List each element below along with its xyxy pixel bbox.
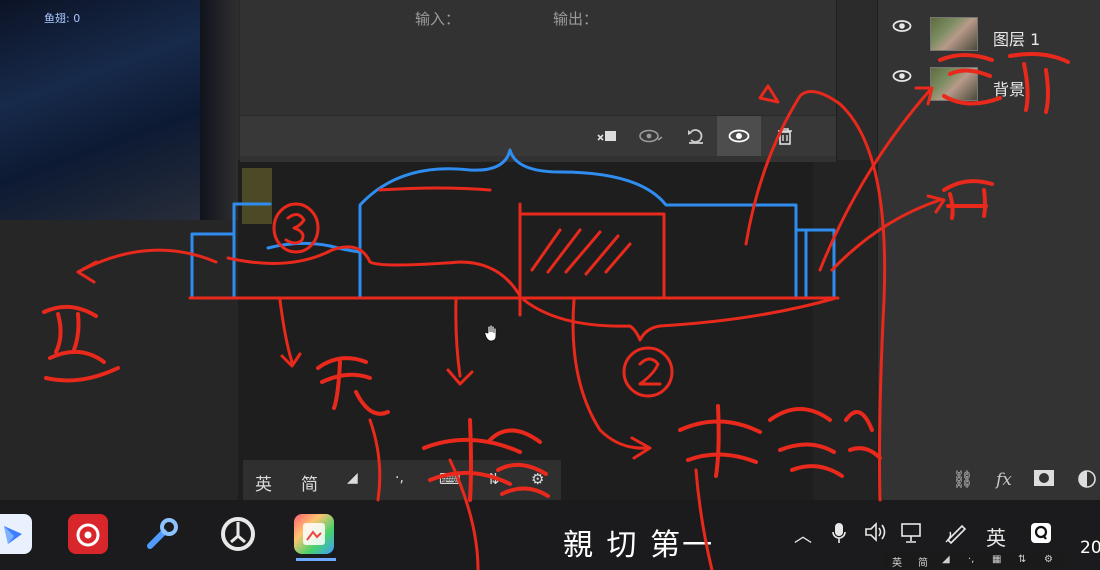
- ime-candidate-text: 親 切 第一: [563, 528, 715, 563]
- layers-panel: 图层 1 背景 ⛓ fx: [877, 0, 1100, 500]
- ime-toolbar: 英 简 ◢ ·, ⌨ ⇅ ⚙: [243, 460, 561, 502]
- layer-thumbnail: [930, 67, 978, 101]
- document-canvas[interactable]: [238, 160, 813, 500]
- ime-mini-script[interactable]: 简: [918, 554, 928, 569]
- ime-language-toggle[interactable]: 英: [255, 470, 272, 495]
- link-icon[interactable]: ⛓: [952, 470, 974, 490]
- overwatch-icon[interactable]: [218, 514, 258, 554]
- app-q-icon[interactable]: [1030, 522, 1052, 549]
- layer-visibility-eye-icon[interactable]: [892, 16, 912, 36]
- layer-name: 背景: [993, 80, 1026, 99]
- moon-icon[interactable]: ◢: [347, 470, 358, 486]
- layer-row[interactable]: 背景: [878, 50, 1100, 102]
- output-label: 输出：: [553, 10, 599, 28]
- adjustment-icon[interactable]: [1078, 470, 1096, 493]
- speaker-icon[interactable]: [864, 522, 888, 547]
- input-language-indicator[interactable]: 英: [986, 522, 1006, 551]
- layer-thumbnail: [930, 17, 978, 51]
- active-app-indicator: [296, 558, 336, 561]
- settings-icon[interactable]: ⚙: [531, 470, 544, 488]
- layers-footer-toolbar: ⛓ fx: [878, 462, 1100, 500]
- ime-mini-punct-icon[interactable]: ·,: [968, 554, 974, 565]
- ime-mini-settings-icon[interactable]: ⚙: [1044, 554, 1053, 565]
- reset-adjustment-icon[interactable]: [681, 122, 711, 150]
- toolbox-icon[interactable]: ⇅: [487, 470, 500, 488]
- workspace-left-area: [0, 220, 238, 500]
- punctuation-icon[interactable]: ·,: [395, 470, 404, 486]
- ime-script-toggle[interactable]: 简: [301, 470, 318, 495]
- trash-icon[interactable]: [770, 122, 800, 150]
- clock[interactable]: 20: [1080, 538, 1100, 558]
- properties-toolbar: [240, 115, 836, 156]
- network-icon[interactable]: [900, 522, 926, 549]
- layer-visibility-eye-icon[interactable]: [892, 66, 912, 86]
- webcam-edge: [200, 0, 238, 220]
- tools-icon[interactable]: [142, 514, 182, 554]
- chevron-up-icon[interactable]: ︿: [794, 522, 812, 548]
- input-label: 输入：: [415, 10, 461, 28]
- eye-icon[interactable]: [717, 116, 761, 156]
- ime-mini-tool-icon[interactable]: ⇅: [1018, 554, 1026, 565]
- netease-music-icon[interactable]: [68, 514, 108, 554]
- panel-gutter: [813, 160, 878, 500]
- view-previous-state-icon[interactable]: [636, 122, 666, 150]
- feishu-icon[interactable]: [0, 514, 32, 554]
- pen-icon[interactable]: [944, 522, 968, 549]
- properties-panel: 输入： 输出：: [240, 0, 837, 162]
- app-active-icon[interactable]: [294, 514, 334, 554]
- fx-icon[interactable]: fx: [996, 470, 1012, 490]
- ime-mini-language[interactable]: 英: [892, 554, 902, 569]
- stream-counter: 鱼翅: 0: [44, 12, 81, 25]
- keyboard-icon[interactable]: ⌨: [439, 470, 461, 488]
- ime-mini-keyboard-icon[interactable]: ▦: [992, 554, 1001, 565]
- layer-row[interactable]: 图层 1: [878, 0, 1100, 52]
- clip-to-layer-icon[interactable]: [592, 122, 622, 150]
- ime-mini-moon-icon[interactable]: ◢: [942, 554, 950, 565]
- microphone-icon[interactable]: [832, 522, 846, 549]
- layer-name: 图层 1: [993, 30, 1041, 49]
- image-thumbnail-fragment: [242, 168, 272, 224]
- ime-mini-bar: 英 简 ◢ ·, ▦ ⇅ ⚙: [884, 552, 1064, 570]
- mask-icon[interactable]: [1034, 470, 1054, 491]
- hand-cursor-icon: [484, 324, 500, 346]
